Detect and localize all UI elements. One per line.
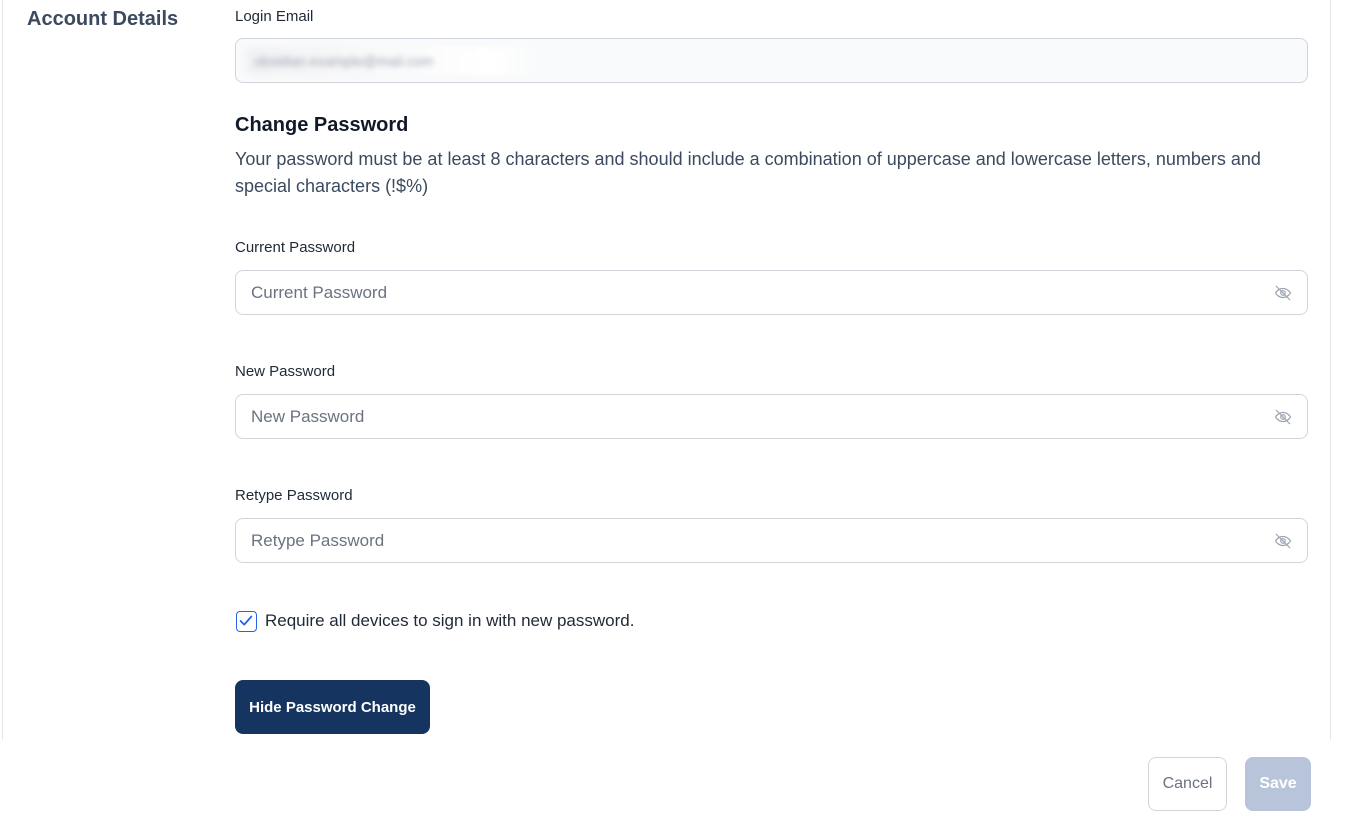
checkmark-icon: [239, 615, 253, 626]
retype-password-input[interactable]: Retype Password: [235, 518, 1308, 563]
retype-password-label: Retype Password: [235, 487, 353, 504]
new-password-label: New Password: [235, 363, 336, 380]
save-button[interactable]: Save: [1245, 757, 1311, 811]
change-password-title: Change Password: [235, 114, 409, 136]
hide-password-change-button[interactable]: Hide Password Change: [235, 680, 430, 734]
eye-off-icon[interactable]: [1273, 284, 1293, 302]
login-email-field: obsidian.example@mail.com: [235, 38, 1308, 83]
require-signin-checkbox[interactable]: [236, 611, 257, 632]
account-details-card: Account Details Login Email obsidian.exa…: [2, 0, 1331, 740]
section-title: Account Details: [27, 8, 179, 30]
require-signin-label[interactable]: Require all devices to sign in with new …: [265, 611, 634, 631]
current-password-input[interactable]: Current Password: [235, 270, 1308, 315]
eye-off-icon[interactable]: [1273, 408, 1293, 426]
current-password-placeholder: Current Password: [251, 283, 388, 302]
login-email-label: Login Email: [235, 8, 314, 25]
change-password-description: Your password must be at least 8 charact…: [235, 149, 1261, 196]
current-password-label: Current Password: [235, 239, 356, 256]
retype-password-placeholder: Retype Password: [251, 531, 385, 550]
new-password-placeholder: New Password: [251, 407, 365, 426]
cancel-button[interactable]: Cancel: [1148, 757, 1227, 811]
login-email-value: obsidian.example@mail.com: [246, 47, 546, 75]
eye-off-icon[interactable]: [1273, 532, 1293, 550]
new-password-input[interactable]: New Password: [235, 394, 1308, 439]
